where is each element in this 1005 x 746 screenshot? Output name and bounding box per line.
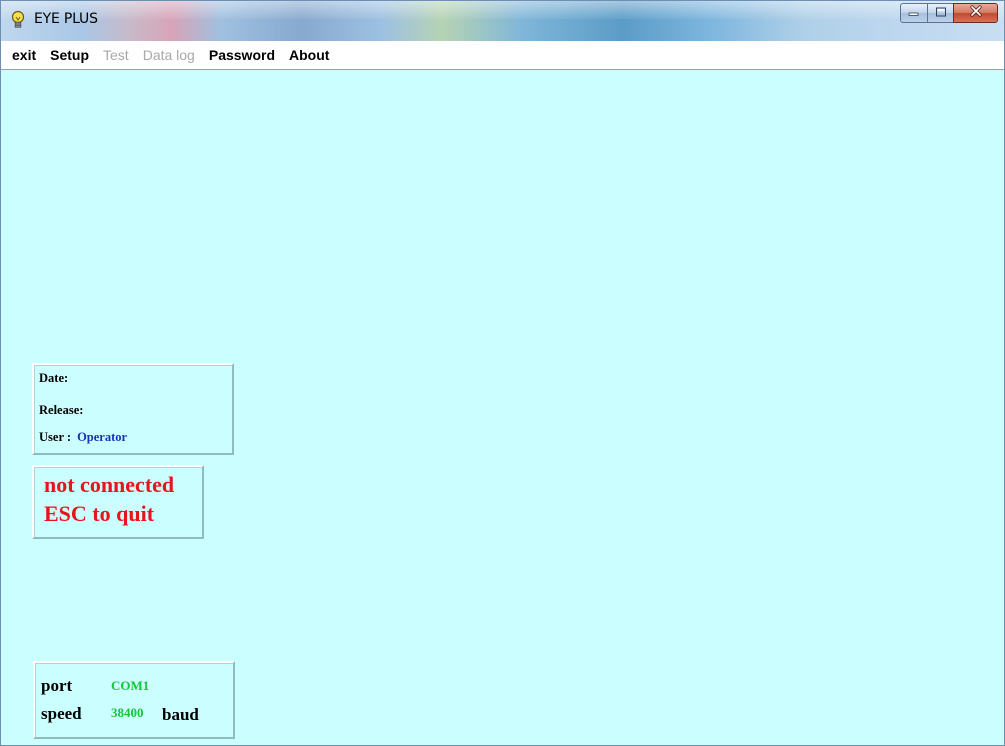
menu-data-log: Data log [142, 47, 195, 63]
menu-test: Test [103, 47, 129, 63]
menu-exit[interactable]: exit [1, 41, 43, 69]
speed-row: speed 38400 baud [41, 704, 231, 724]
maximize-button[interactable] [927, 3, 954, 23]
connection-status: not connected [44, 472, 175, 497]
date-row: Date: [39, 371, 68, 386]
menu-bar: exit Setup Test Data log Password About [1, 41, 1004, 70]
user-label: User : [39, 430, 72, 444]
release-row: Release: [39, 403, 83, 418]
menu-password[interactable]: Password [202, 41, 282, 69]
maximize-icon [935, 4, 947, 22]
status-panel: not connected ESC to quit [32, 465, 204, 539]
speed-label: speed [41, 704, 82, 723]
close-button[interactable] [953, 3, 998, 23]
menu-about[interactable]: About [282, 41, 336, 69]
user-row: User : Operator [39, 430, 127, 445]
port-value: COM1 [111, 678, 150, 693]
speed-unit: baud [162, 705, 199, 724]
port-panel: port COM1 speed 38400 baud [33, 661, 235, 739]
port-row: port COM1 [41, 676, 149, 696]
release-label: Release: [39, 403, 84, 417]
window-title: EYE PLUS [34, 11, 98, 27]
quit-hint: ESC to quit [44, 501, 155, 526]
date-label: Date: [39, 371, 69, 385]
speed-value: 38400 [111, 705, 144, 720]
menu-setup[interactable]: Setup [43, 41, 96, 69]
minimize-button[interactable] [900, 3, 928, 23]
info-panel: Date: Release: User : Operator [32, 363, 234, 455]
app-window: EYE PLUS exit Setup Test Data log Passwo… [0, 0, 1005, 746]
title-bar[interactable]: EYE PLUS [1, 1, 1004, 41]
window-controls [900, 3, 998, 23]
close-icon [969, 4, 983, 22]
user-value: Operator [77, 430, 128, 444]
port-label: port [41, 676, 73, 695]
lightbulb-icon[interactable] [10, 10, 26, 30]
minimize-icon [908, 4, 920, 22]
